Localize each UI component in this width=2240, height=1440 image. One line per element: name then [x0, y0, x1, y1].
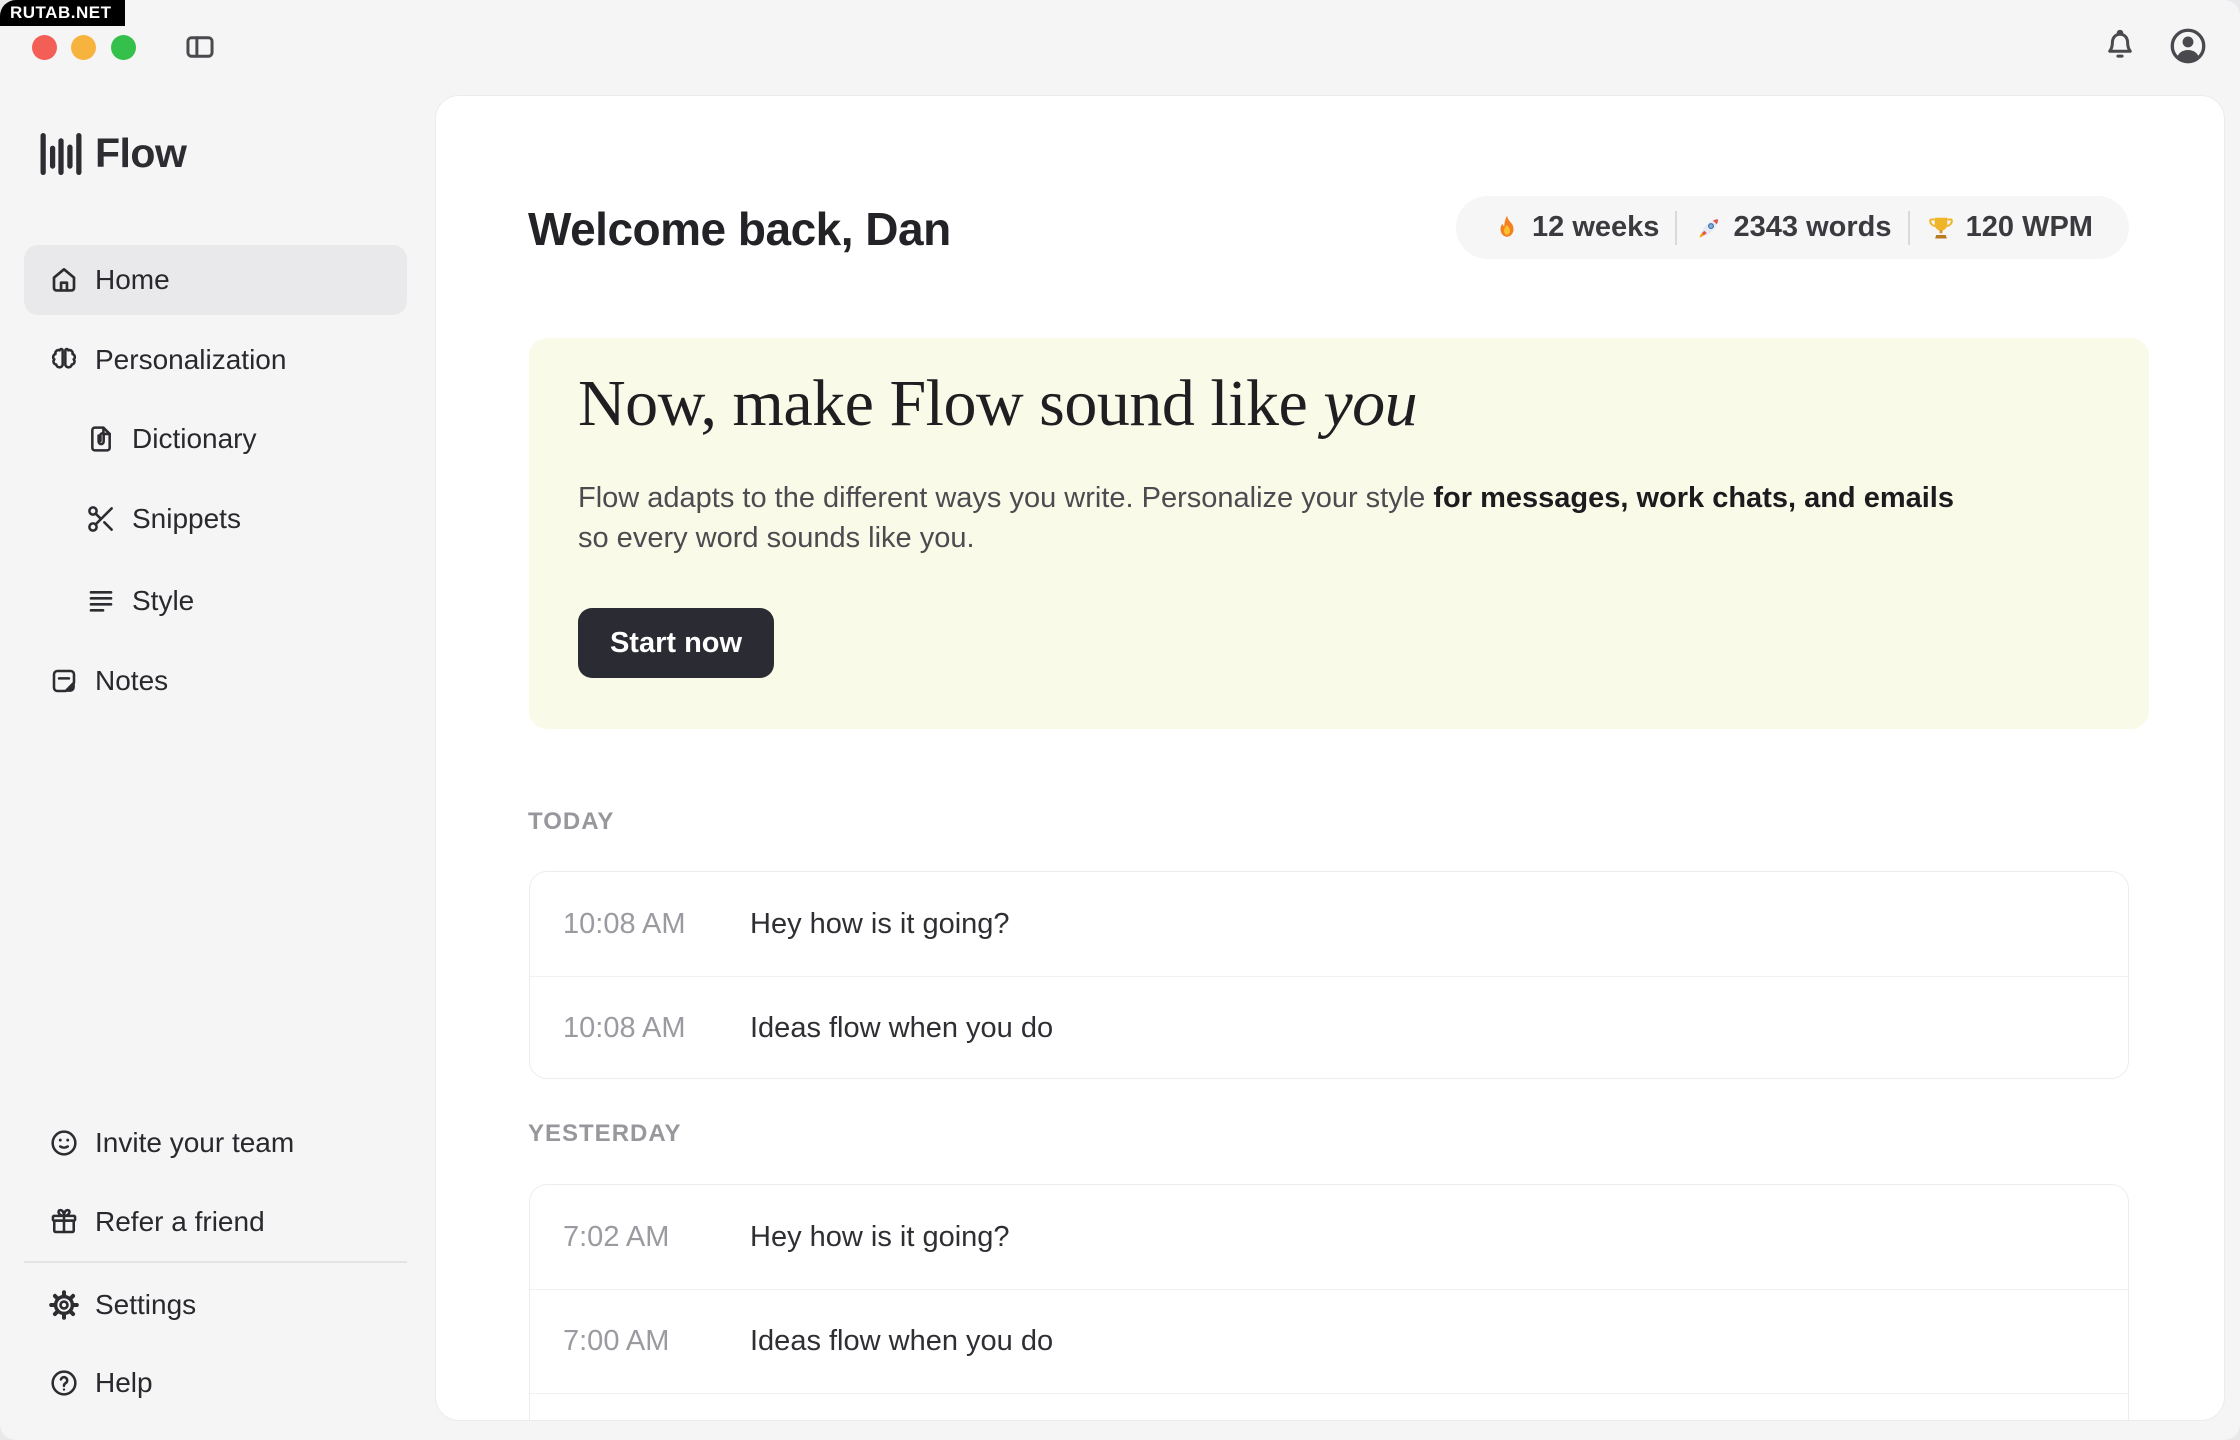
help-icon — [48, 1367, 80, 1399]
wpm-stat: 120 WPM — [1926, 211, 2093, 244]
minimize-window-button[interactable] — [71, 35, 96, 60]
flame-icon — [1492, 213, 1522, 243]
personalization-promo-card: Now, make Flow sound like you Flow adapt… — [529, 338, 2149, 729]
sidebar-item-invite-your-team[interactable]: Invite your team — [24, 1108, 407, 1178]
file-paperclip-icon — [85, 423, 117, 455]
note-icon — [48, 665, 80, 697]
sidebar-item-label: Invite your team — [95, 1127, 294, 1159]
start-now-button[interactable]: Start now — [578, 608, 774, 678]
streak-stat: 12 weeks — [1492, 211, 1659, 244]
sidebar-item-label: Notes — [95, 665, 168, 697]
gift-icon — [48, 1206, 80, 1238]
promo-title-emphasis: you — [1323, 367, 1417, 440]
words-stat: 2343 words — [1694, 211, 1892, 244]
gear-icon — [48, 1289, 80, 1321]
sidebar-item-snippets[interactable]: Snippets — [24, 484, 407, 554]
close-window-button[interactable] — [32, 35, 57, 60]
text-lines-icon — [85, 585, 117, 617]
promo-description: Flow adapts to the different ways you wr… — [578, 478, 1978, 558]
sidebar-item-label: Style — [132, 585, 194, 617]
history-entry[interactable]: 7:00 AM Ideas flow when you do — [530, 1289, 2128, 1393]
sidebar-item-home[interactable]: Home — [24, 245, 407, 315]
wpm-value: 120 WPM — [1966, 211, 2093, 244]
history-entry[interactable]: 7:02 AM Hey how is it going? — [530, 1185, 2128, 1289]
history-entry-partial[interactable] — [530, 1393, 2128, 1421]
sidebar-item-settings[interactable]: Settings — [24, 1270, 407, 1340]
sidebar-item-label: Dictionary — [132, 423, 256, 455]
home-icon — [48, 264, 80, 296]
zoom-window-button[interactable] — [111, 35, 136, 60]
section-label-today: TODAY — [528, 808, 614, 836]
entry-time: 7:00 AM — [563, 1325, 750, 1358]
brain-icon — [48, 344, 80, 376]
sidebar-item-label: Settings — [95, 1289, 196, 1321]
stat-divider — [1908, 211, 1910, 245]
scissors-icon — [85, 503, 117, 535]
account-button[interactable] — [2166, 24, 2210, 68]
history-entry[interactable]: 10:08 AM Ideas flow when you do — [530, 976, 2128, 1079]
sidebar-item-label: Help — [95, 1367, 153, 1399]
smiley-icon — [48, 1127, 80, 1159]
sidebar-toggle-icon — [183, 30, 217, 64]
entry-text: Ideas flow when you do — [750, 1012, 1053, 1045]
sidebar-item-refer-a-friend[interactable]: Refer a friend — [24, 1187, 407, 1257]
stat-divider — [1675, 211, 1677, 245]
sidebar-divider — [24, 1261, 407, 1263]
sidebar-item-label: Refer a friend — [95, 1206, 265, 1238]
today-entries-card: 10:08 AM Hey how is it going? 10:08 AM I… — [529, 871, 2129, 1079]
sidebar-toggle-button[interactable] — [182, 30, 218, 64]
entry-time: 10:08 AM — [563, 908, 750, 941]
sidebar-item-dictionary[interactable]: Dictionary — [24, 404, 407, 474]
app-window: RUTAB.NET — [0, 0, 2240, 1440]
entry-text: Hey how is it going? — [750, 908, 1010, 941]
main-content-panel: Welcome back, Dan 12 weeks — [435, 95, 2225, 1421]
sidebar-item-personalization[interactable]: Personalization — [24, 325, 407, 395]
notifications-button[interactable] — [2100, 26, 2140, 66]
app-title: Flow — [95, 130, 186, 177]
sidebar-item-style[interactable]: Style — [24, 566, 407, 636]
flow-logo-icon — [40, 133, 82, 175]
entry-text: Hey how is it going? — [750, 1221, 1010, 1254]
page-title: Welcome back, Dan — [528, 202, 951, 256]
words-value: 2343 words — [1734, 211, 1892, 244]
sidebar-item-label: Personalization — [95, 344, 286, 376]
sidebar-item-label: Home — [95, 264, 170, 296]
sidebar-item-label: Snippets — [132, 503, 241, 535]
stats-pill: 12 weeks 2343 words — [1456, 196, 2129, 259]
yesterday-entries-card: 7:02 AM Hey how is it going? 7:00 AM Ide… — [529, 1184, 2129, 1421]
account-icon — [2167, 25, 2209, 67]
entry-time: 10:08 AM — [563, 1012, 750, 1045]
sidebar-item-notes[interactable]: Notes — [24, 646, 407, 716]
entry-time: 7:02 AM — [563, 1221, 750, 1254]
history-entry[interactable]: 10:08 AM Hey how is it going? — [530, 872, 2128, 976]
bell-icon — [2101, 27, 2139, 65]
promo-description-bold: for messages, work chats, and emails — [1433, 482, 1954, 514]
promo-title: Now, make Flow sound like you — [578, 366, 1417, 442]
entry-text: Ideas flow when you do — [750, 1325, 1053, 1358]
app-logo: Flow — [40, 130, 186, 177]
watermark-badge: RUTAB.NET — [0, 0, 125, 26]
sidebar-item-help[interactable]: Help — [24, 1348, 407, 1418]
streak-value: 12 weeks — [1532, 211, 1659, 244]
trophy-icon — [1926, 213, 1956, 243]
section-label-yesterday: YESTERDAY — [528, 1120, 682, 1148]
rocket-icon — [1694, 213, 1724, 243]
